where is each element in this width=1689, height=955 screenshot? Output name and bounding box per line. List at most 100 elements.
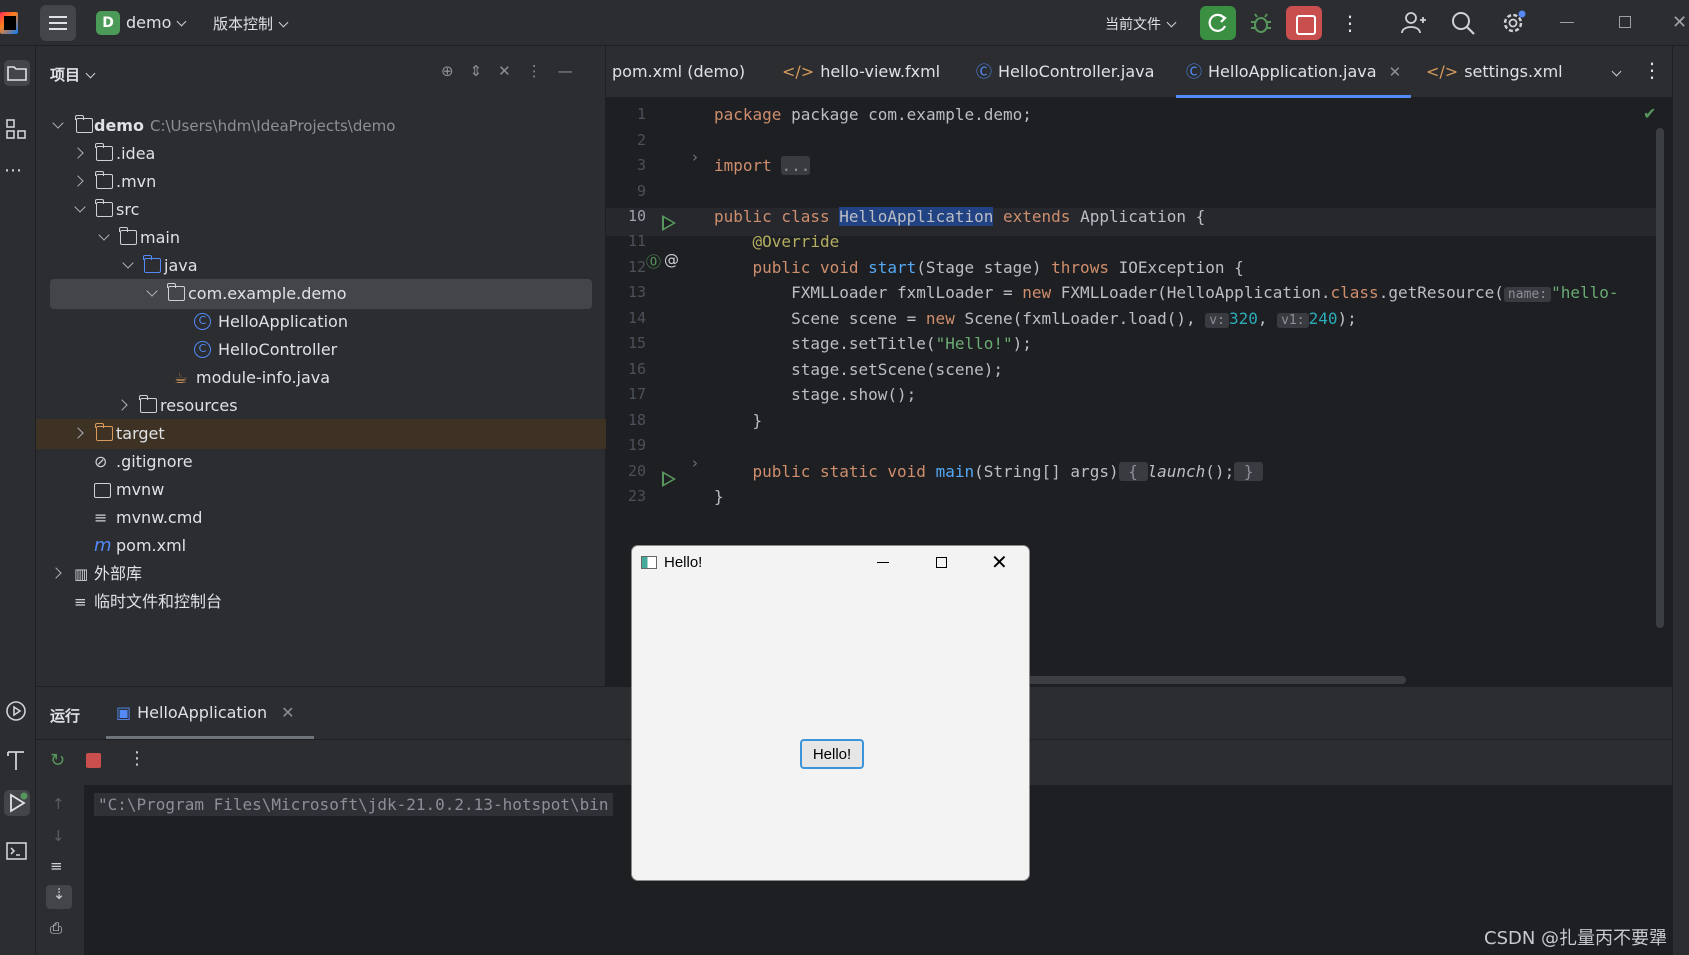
annotation-gutter-icon[interactable]: @ [664, 251, 679, 269]
expand-arrow-icon[interactable] [72, 147, 84, 159]
services-icon[interactable] [4, 698, 30, 724]
xml-file-icon: </> [1426, 62, 1459, 81]
expand-arrow-icon[interactable] [146, 285, 158, 297]
run-tab-helloapplication[interactable]: ▣ HelloApplication ✕ [105, 699, 316, 739]
more-tools-icon[interactable]: ⋯ [4, 160, 30, 186]
expand-arrow-icon[interactable] [72, 175, 84, 187]
vertical-scrollbar[interactable] [1656, 128, 1664, 628]
package-icon [167, 283, 185, 301]
tree-row-idea[interactable]: .idea [36, 139, 606, 169]
scroll-down-icon[interactable]: ↓ [52, 827, 65, 845]
stop-button[interactable] [1286, 6, 1322, 40]
tree-row-root[interactable]: demo C:\Users\hdm\IdeaProjects\demo [36, 111, 606, 141]
hello-window-titlebar[interactable]: Hello! ✕ [632, 546, 1029, 580]
hello-button[interactable]: Hello! [800, 739, 864, 769]
tree-row-pom[interactable]: m pom.xml [36, 531, 606, 561]
run-tab-label: HelloApplication [137, 703, 268, 722]
rerun-button[interactable] [1200, 6, 1236, 40]
tab-helloapplication[interactable]: Ⓒ HelloApplication.java ✕ [1175, 46, 1412, 98]
tree-row-gitignore[interactable]: ⊘ .gitignore [36, 447, 606, 477]
tree-row-hellocontroller[interactable]: C HelloController [36, 335, 606, 365]
tree-row-src[interactable]: src [36, 195, 606, 225]
project-switcher[interactable]: demo [126, 13, 187, 32]
hide-panel-icon[interactable]: — [558, 62, 573, 80]
expand-arrow-icon[interactable] [98, 229, 110, 241]
project-tool-folder-icon[interactable] [4, 60, 30, 86]
add-user-icon[interactable] [1400, 10, 1426, 36]
chevron-down-icon [85, 68, 96, 79]
no-problems-check-icon[interactable]: ✔ [1643, 104, 1656, 123]
window-close-icon[interactable]: ✕ [1672, 12, 1687, 33]
more-actions-icon[interactable]: ⋮ [1340, 11, 1360, 35]
soft-wrap-icon[interactable]: ≡ [50, 857, 63, 875]
tree-row-mvnw[interactable]: mvnw [36, 475, 606, 505]
tree-row-external-libs[interactable]: ▥ 外部库 [36, 559, 606, 589]
expand-arrow-icon[interactable] [122, 257, 134, 269]
run-tool-icon[interactable] [4, 790, 30, 816]
main-menu-button[interactable] [40, 5, 76, 41]
tree-label: resources [160, 396, 238, 415]
structure-icon[interactable] [4, 116, 30, 142]
scroll-to-end-icon[interactable]: ⇣ [46, 885, 72, 909]
tab-hello-view-fxml[interactable]: </> hello-view.fxml [782, 46, 940, 98]
tab-pom-xml[interactable]: pom.xml (demo) [612, 46, 745, 98]
tree-row-mvn[interactable]: .mvn [36, 167, 606, 197]
horizontal-scrollbar[interactable] [1026, 676, 1406, 684]
tab-settings-xml[interactable]: </> settings.xml [1426, 46, 1563, 98]
window-minimize-icon[interactable] [1560, 22, 1574, 23]
line-number: 12 [627, 258, 646, 276]
expand-arrow-icon[interactable] [50, 567, 62, 579]
run-config-selector[interactable]: 当前文件 [1105, 14, 1177, 34]
run-class-gutter-icon[interactable] [662, 215, 676, 231]
fold-arrow-icon[interactable]: › [692, 454, 698, 472]
tree-row-helloapplication[interactable]: C HelloApplication [36, 307, 606, 337]
hello-close-icon[interactable]: ✕ [991, 550, 1008, 575]
tree-row-scratches[interactable]: ≡ 临时文件和控制台 [36, 587, 606, 617]
tabs-dropdown-icon[interactable] [1606, 64, 1622, 82]
maven-icon: m [94, 535, 112, 556]
override-gutter-icon[interactable]: ⓪ [646, 251, 661, 272]
hello-maximize-icon[interactable] [936, 557, 947, 568]
tree-row-module-info[interactable]: ☕ module-info.java [36, 363, 606, 393]
options-icon[interactable]: ⋮ [527, 62, 542, 80]
terminal-icon[interactable] [4, 838, 30, 864]
expand-arrow-icon[interactable] [72, 427, 84, 439]
tree-row-target[interactable]: target [36, 419, 606, 449]
tab-hellocontroller[interactable]: Ⓒ HelloController.java [976, 46, 1154, 98]
tree-row-java[interactable]: java [36, 251, 606, 281]
folded-imports[interactable]: ... [781, 156, 811, 175]
debug-button[interactable] [1248, 10, 1274, 36]
tree-label: mvnw.cmd [116, 508, 203, 527]
tree-row-main[interactable]: main [36, 223, 606, 253]
expand-arrow-icon[interactable] [52, 117, 64, 129]
print-icon[interactable]: ⎙ [50, 919, 62, 937]
close-tab-icon[interactable]: ✕ [1389, 63, 1402, 81]
code-line-13: FXMLLoader fxmlLoader = new FXMLLoader(H… [791, 283, 1619, 302]
tree-row-package[interactable]: com.example.demo [50, 279, 592, 309]
locate-icon[interactable]: ⊕ [441, 62, 454, 80]
vcs-menu[interactable]: 版本控制 [213, 13, 289, 34]
project-panel-title[interactable]: 项目 [50, 64, 96, 85]
close-run-tab-icon[interactable]: ✕ [281, 703, 294, 722]
search-icon[interactable] [1450, 10, 1476, 36]
stop-icon[interactable] [86, 753, 101, 768]
tabs-more-icon[interactable]: ⋮ [1642, 58, 1662, 82]
expand-arrow-icon[interactable] [116, 399, 128, 411]
window-maximize-icon[interactable] [1619, 16, 1631, 28]
tree-row-mvnw-cmd[interactable]: ≡ mvnw.cmd [36, 503, 606, 533]
more-run-actions-icon[interactable]: ⋮ [128, 748, 146, 769]
line-number: 18 [627, 411, 646, 429]
rerun-icon[interactable]: ↻ [50, 750, 65, 771]
build-hammer-icon[interactable] [4, 746, 30, 772]
fold-arrow-icon[interactable]: › [692, 148, 698, 166]
expand-all-icon[interactable]: ⇕ [470, 62, 483, 80]
expand-arrow-icon[interactable] [74, 201, 86, 213]
line-number: 11 [627, 232, 646, 250]
collapse-all-icon[interactable]: ✕ [498, 62, 511, 80]
hello-minimize-icon[interactable] [877, 562, 889, 563]
settings-gear-icon[interactable] [1500, 10, 1526, 36]
class-icon: Ⓒ [1186, 62, 1203, 81]
run-main-gutter-icon[interactable] [662, 471, 676, 487]
scroll-up-icon[interactable]: ↑ [52, 795, 65, 813]
tree-row-resources[interactable]: resources [36, 391, 606, 421]
